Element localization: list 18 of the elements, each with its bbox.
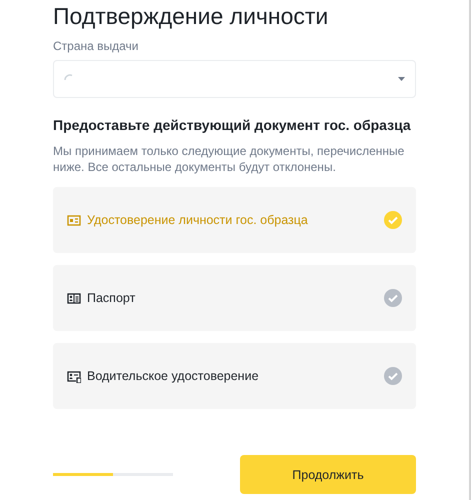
id-card-icon — [67, 214, 81, 226]
caret-icon — [398, 77, 405, 81]
document-option[interactable]: Паспорт — [53, 265, 416, 331]
country-select[interactable] — [53, 60, 416, 98]
check-icon — [384, 367, 402, 385]
check-icon — [384, 211, 402, 229]
passport-icon — [67, 292, 81, 304]
section-heading: Предоставьте действующий документ гос. образца — [53, 116, 412, 134]
id-card-icon — [67, 370, 81, 382]
document-label: Удостоверение личности гос. образца — [87, 213, 309, 227]
document-label: Водительское удостоверение — [87, 369, 260, 383]
page-title: Подтверждение личности — [53, 3, 330, 29]
document-label: Паспорт — [87, 291, 136, 305]
check-icon — [384, 289, 402, 307]
document-option[interactable]: Водительское удостоверение — [53, 343, 416, 409]
field-label: Страна выдачи — [53, 39, 140, 53]
description-text: Мы принимаем только следующие документы, перечисленные ниже. Все остальные документы будут отклонены. — [53, 143, 406, 175]
continue-button[interactable]: Продолжить — [240, 455, 416, 494]
